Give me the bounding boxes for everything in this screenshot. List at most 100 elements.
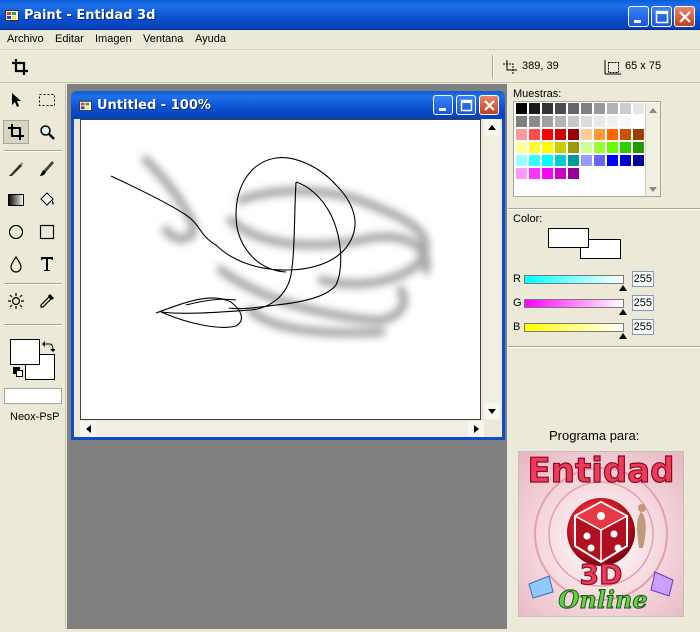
foreground-color-box[interactable] (10, 339, 40, 365)
fill-bucket-tool[interactable] (34, 188, 60, 212)
color-swatch[interactable] (568, 142, 579, 153)
color-swatch[interactable] (516, 129, 527, 140)
color-swatch[interactable] (607, 129, 618, 140)
color-swatch[interactable] (594, 116, 605, 127)
eyedropper-tool[interactable] (34, 289, 60, 313)
color-swatch[interactable] (633, 129, 644, 140)
color-swatch[interactable] (542, 155, 553, 166)
color-swatch[interactable] (542, 129, 553, 140)
brush-tool[interactable] (34, 157, 60, 181)
color-swatch[interactable] (542, 142, 553, 153)
color-swatch[interactable] (607, 155, 618, 166)
red-slider[interactable] (524, 275, 627, 291)
color-swatch[interactable] (529, 142, 540, 153)
color-swatch[interactable] (607, 142, 618, 153)
color-swatch[interactable] (581, 142, 592, 153)
tool-option-field[interactable] (4, 388, 62, 404)
color-swatch[interactable] (516, 142, 527, 153)
color-swatch[interactable] (581, 155, 592, 166)
color-swatch[interactable] (633, 103, 644, 114)
doc-minimize-button[interactable] (433, 95, 453, 115)
color-swatch[interactable] (516, 116, 527, 127)
doc-close-button[interactable] (479, 95, 499, 115)
color-swatch[interactable] (568, 103, 579, 114)
color-swatch[interactable] (555, 129, 566, 140)
foreground-color-preview[interactable] (548, 228, 589, 248)
blue-value[interactable]: 255 (632, 319, 654, 335)
swap-colors-icon[interactable] (41, 341, 55, 353)
green-slider[interactable] (524, 299, 627, 315)
color-swatch[interactable] (594, 103, 605, 114)
color-swatch[interactable] (594, 129, 605, 140)
rect-select-tool[interactable] (34, 88, 60, 112)
slider-thumb[interactable] (619, 285, 627, 291)
color-swatch[interactable] (607, 103, 618, 114)
menu-archivo[interactable]: Archivo (7, 33, 44, 45)
crop-tool[interactable] (3, 120, 29, 144)
slider-thumb[interactable] (619, 333, 627, 339)
color-swatch[interactable] (633, 116, 644, 127)
scroll-right-button[interactable] (468, 421, 484, 437)
drop-tool[interactable] (3, 252, 29, 276)
menu-editar[interactable]: Editar (55, 33, 84, 45)
menu-imagen[interactable]: Imagen (95, 33, 132, 45)
color-swatch[interactable] (620, 142, 631, 153)
scroll-up-button[interactable] (484, 119, 500, 135)
color-swatch[interactable] (529, 116, 540, 127)
color-swatch[interactable] (555, 116, 566, 127)
color-swatch[interactable] (581, 129, 592, 140)
color-swatch[interactable] (529, 155, 540, 166)
color-swatch[interactable] (555, 168, 566, 179)
color-swatch[interactable] (620, 116, 631, 127)
color-swatch[interactable] (529, 103, 540, 114)
gradient-tool[interactable] (3, 188, 29, 212)
color-swatch[interactable] (594, 155, 605, 166)
color-swatch[interactable] (555, 103, 566, 114)
color-swatch[interactable] (542, 103, 553, 114)
color-swatch[interactable] (568, 116, 579, 127)
color-swatch[interactable] (620, 155, 631, 166)
color-swatch[interactable] (607, 116, 618, 127)
color-swatch[interactable] (633, 142, 644, 153)
arrow-up-icon[interactable] (649, 108, 657, 113)
drawing-canvas[interactable] (80, 119, 481, 420)
vertical-scrollbar[interactable] (484, 119, 500, 420)
color-swatch[interactable] (568, 155, 579, 166)
color-swatch[interactable] (633, 155, 644, 166)
color-swatch[interactable] (529, 168, 540, 179)
color-swatch[interactable] (620, 129, 631, 140)
maximize-button[interactable] (651, 6, 672, 27)
color-swatch[interactable] (516, 103, 527, 114)
close-button[interactable] (674, 6, 695, 27)
scroll-left-button[interactable] (80, 421, 96, 437)
green-value[interactable]: 255 (632, 295, 654, 311)
red-value[interactable]: 255 (632, 271, 654, 287)
color-swatch[interactable] (568, 129, 579, 140)
scroll-down-button[interactable] (484, 403, 500, 419)
text-tool[interactable] (34, 252, 60, 276)
color-swatch[interactable] (568, 168, 579, 179)
pen-tool[interactable] (3, 157, 29, 181)
menu-ayuda[interactable]: Ayuda (195, 33, 226, 45)
arrow-down-icon[interactable] (649, 187, 657, 192)
rectangle-tool[interactable] (34, 220, 60, 244)
default-colors-icon[interactable] (13, 367, 24, 378)
color-swatch[interactable] (516, 155, 527, 166)
color-swatch[interactable] (581, 103, 592, 114)
brightness-tool[interactable] (3, 289, 29, 313)
color-swatch[interactable] (542, 116, 553, 127)
ellipse-tool[interactable] (3, 220, 29, 244)
entidad-3d-logo[interactable]: Entidad 3D Online (518, 450, 684, 617)
horizontal-scrollbar[interactable] (80, 421, 484, 437)
minimize-button[interactable] (628, 6, 649, 27)
palette-scrollbar[interactable] (645, 103, 660, 196)
color-swatch[interactable] (581, 116, 592, 127)
color-swatch[interactable] (542, 168, 553, 179)
color-swatch[interactable] (516, 168, 527, 179)
color-swatch[interactable] (594, 142, 605, 153)
color-swatch[interactable] (620, 103, 631, 114)
blue-slider[interactable] (524, 323, 627, 339)
color-swatch[interactable] (555, 155, 566, 166)
slider-thumb[interactable] (619, 309, 627, 315)
color-swatch[interactable] (555, 142, 566, 153)
